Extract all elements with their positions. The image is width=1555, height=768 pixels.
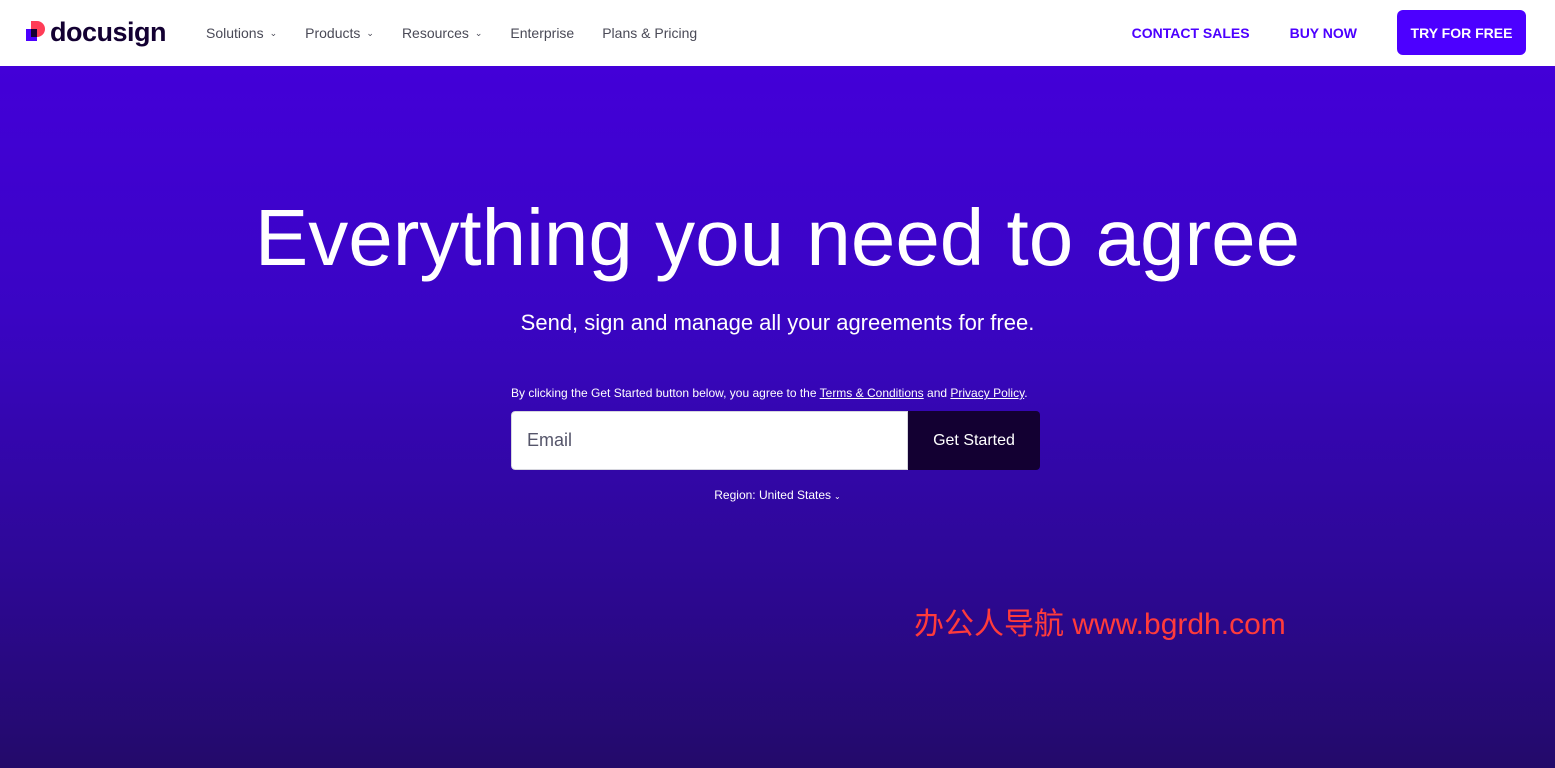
chevron-down-icon: ⌄	[474, 27, 483, 38]
nav-item-label: Plans & Pricing	[602, 25, 698, 41]
nav-item-plans-pricing[interactable]: Plans & Pricing	[602, 25, 697, 41]
email-input[interactable]	[511, 411, 908, 470]
buy-now-link[interactable]: BUY NOW	[1290, 25, 1357, 41]
try-for-free-button[interactable]: TRY FOR FREE	[1397, 10, 1526, 55]
region-label: Region: United States	[714, 488, 832, 502]
docusign-logo[interactable]: docusign	[26, 16, 167, 47]
chevron-down-icon: ⌄	[366, 27, 374, 38]
docusign-logo-mark-icon	[26, 21, 46, 43]
logo-wordmark: docusign	[50, 16, 167, 47]
main-nav: Solutions ⌄ Products ⌄ Resources ⌄ Enter…	[206, 0, 725, 66]
nav-item-resources[interactable]: Resources ⌄	[402, 25, 482, 41]
signup-form: Get Started	[511, 411, 1040, 470]
chevron-down-icon: ⌄	[269, 27, 278, 38]
privacy-policy-link[interactable]: Privacy Policy	[950, 386, 1024, 400]
chevron-down-icon: ⌄	[834, 492, 841, 501]
nav-item-label: Resources	[401, 25, 469, 41]
nav-item-enterprise[interactable]: Enterprise	[510, 25, 574, 41]
get-started-button[interactable]: Get Started	[908, 411, 1040, 470]
terms-conditions-link[interactable]: Terms & Conditions	[820, 386, 924, 400]
hero-title: Everything you need to agree	[254, 193, 1301, 282]
nav-item-products[interactable]: Products ⌄	[305, 25, 374, 41]
consent-text: By clicking the Get Started button below…	[511, 386, 1051, 400]
nav-item-label: Enterprise	[510, 25, 575, 41]
consent-middle: and	[923, 386, 951, 400]
contact-sales-link[interactable]: CONTACT SALES	[1132, 25, 1250, 41]
hero-section: Everything you need to agree Send, sign …	[0, 66, 1555, 768]
consent-suffix: .	[1024, 386, 1028, 400]
hero-subtitle: Send, sign and manage all your agreement…	[520, 310, 1035, 335]
nav-item-label: Solutions	[206, 25, 264, 41]
consent-prefix: By clicking the Get Started button below…	[511, 386, 820, 400]
region-selector[interactable]: Region: United States ⌄	[0, 488, 1555, 502]
top-navbar: docusign Solutions ⌄ Products ⌄ Resource…	[0, 0, 1555, 66]
watermark-text: 办公人导航 www.bgrdh.com	[914, 608, 1286, 641]
nav-actions: CONTACT SALES BUY NOW TRY FOR FREE	[1132, 10, 1526, 55]
nav-item-label: Products	[305, 25, 361, 41]
nav-item-solutions[interactable]: Solutions ⌄	[206, 25, 277, 41]
